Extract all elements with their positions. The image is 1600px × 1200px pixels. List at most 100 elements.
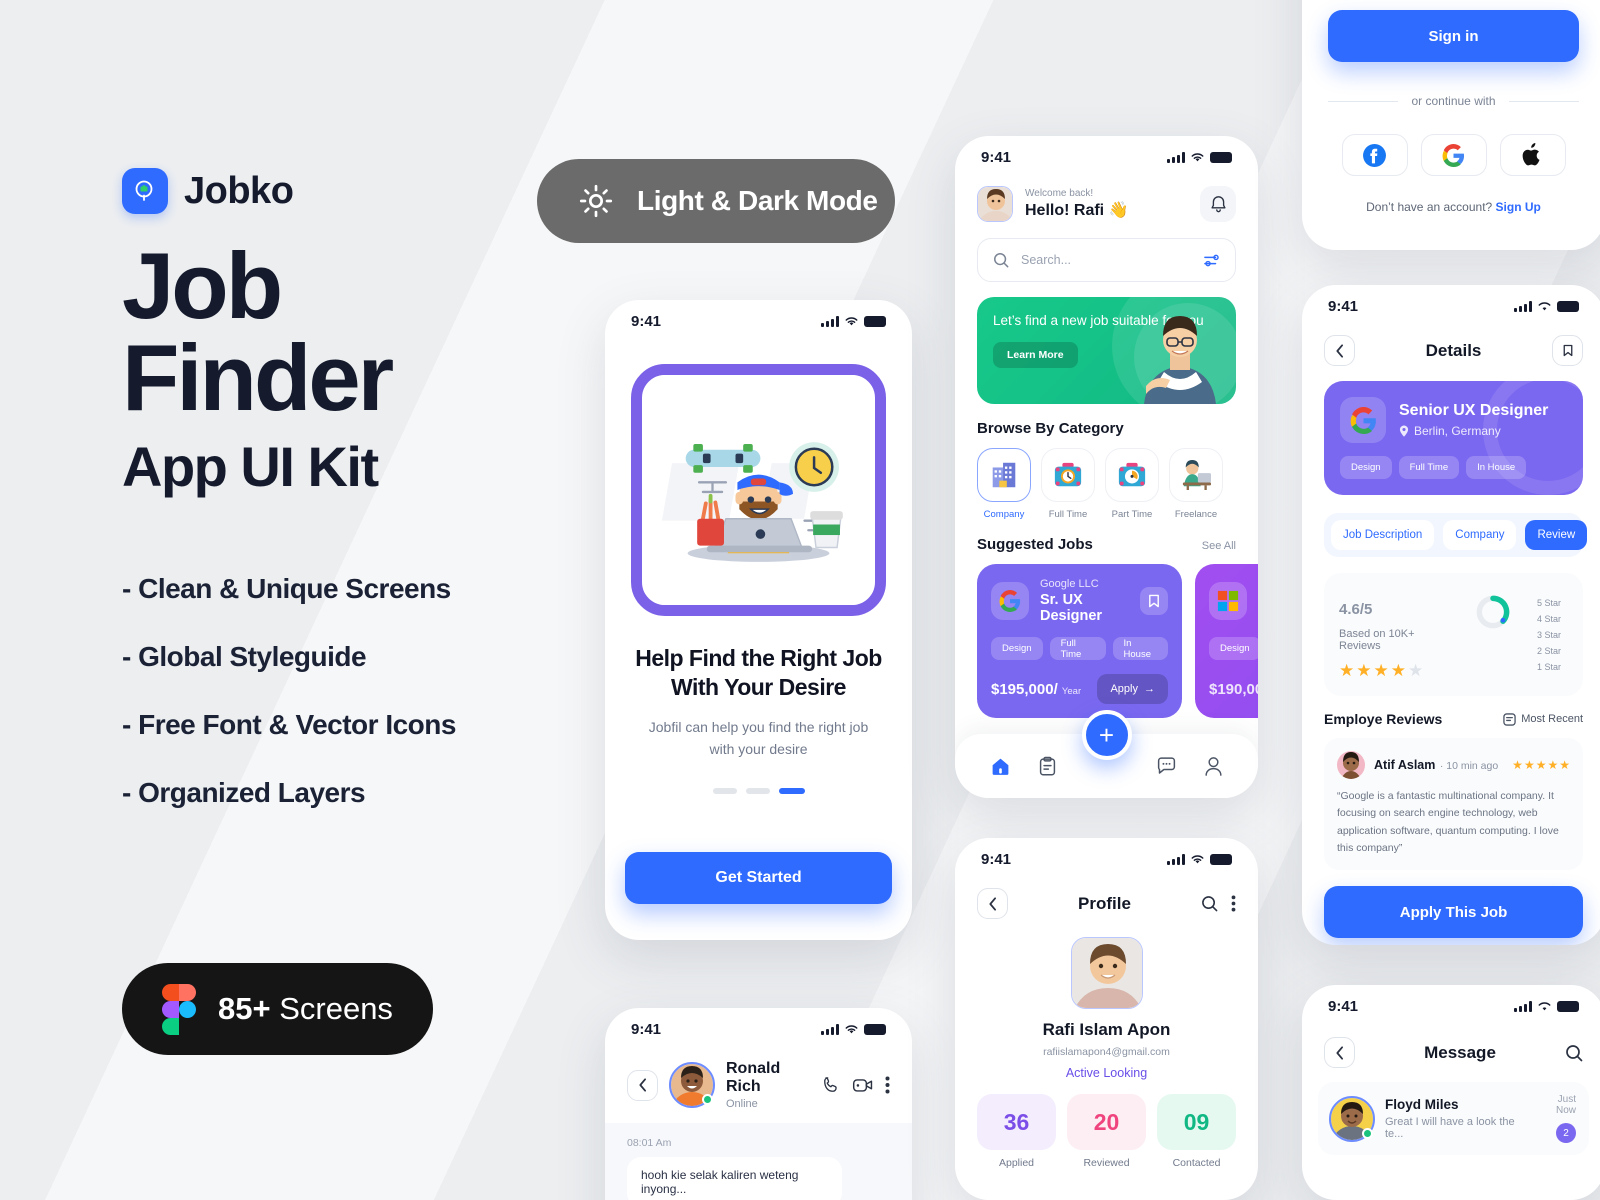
job-location-text: Berlin, Germany [1414, 424, 1501, 438]
profile-header: Profile [955, 880, 1258, 919]
search-input[interactable]: Search... [977, 238, 1236, 282]
rating-value: 4.6 [1339, 601, 1360, 618]
video-call-icon[interactable] [852, 1075, 874, 1095]
tab-review[interactable]: Review [1525, 520, 1588, 550]
onboarding-description: Jobfil can help you find the right job w… [648, 718, 869, 757]
battery-icon [1210, 853, 1232, 865]
rating-bar-label: 2 Star [1536, 645, 1561, 656]
phone-call-icon[interactable] [821, 1075, 841, 1095]
apply-button[interactable]: Apply → [1097, 674, 1168, 704]
reviews-sort[interactable]: Most Recent [1503, 712, 1583, 726]
divider-line [1328, 100, 1399, 102]
message-time: Just Now [1555, 1094, 1576, 1116]
home-icon[interactable] [990, 756, 1011, 777]
wifi-icon [845, 316, 858, 325]
rating-max: /5 [1359, 601, 1373, 618]
back-button[interactable] [977, 888, 1008, 919]
apply-this-job-button[interactable]: Apply This Job [1324, 886, 1583, 939]
status-bar: 9:41 [605, 300, 912, 342]
star-icon: ★ [1523, 758, 1535, 772]
greeting-text: Hello! Rafi 👋 [1025, 202, 1129, 219]
feature-item: - Free Font & Vector Icons [122, 709, 456, 741]
status-bar: 9:41 [955, 136, 1258, 178]
feature-item: - Global Styleguide [122, 641, 367, 673]
tab-company[interactable]: Company [1443, 520, 1517, 550]
category-title-text: Browse By Category [977, 420, 1124, 437]
search-icon[interactable] [1565, 1044, 1583, 1062]
status-bar: 9:41 [955, 838, 1258, 880]
learn-more-button[interactable]: Learn More [993, 341, 1078, 368]
promo-banner[interactable]: Let’s find a new job suitable for you Le… [977, 297, 1236, 404]
dot[interactable] [745, 788, 770, 795]
job-card[interactable]: Microsoft Lead Designer Design Full Time… [1195, 564, 1258, 718]
profile-icon[interactable] [1204, 756, 1223, 777]
see-all-link[interactable]: See All [1202, 540, 1236, 552]
signup-link[interactable]: Sign Up [1496, 200, 1541, 214]
category-freelance[interactable]: Freelance [1169, 448, 1223, 520]
category-icon-box [1105, 448, 1159, 502]
online-indicator [702, 1094, 713, 1105]
more-options-icon[interactable] [1231, 895, 1236, 912]
category-company[interactable]: Company [977, 448, 1031, 520]
status-icons [1514, 300, 1579, 312]
google-login-button[interactable] [1420, 134, 1487, 176]
user-avatar[interactable] [977, 186, 1013, 222]
tab-job-description[interactable]: Job Description [1331, 520, 1435, 550]
more-options-icon[interactable] [885, 1076, 890, 1094]
review-time: · 10 min ago [1439, 760, 1499, 772]
category-label: Part Time [1111, 509, 1153, 520]
pagination-dots[interactable] [605, 788, 912, 795]
job-salary-unit: Year [1061, 685, 1082, 697]
building-icon [992, 462, 1016, 488]
back-button[interactable] [1324, 335, 1355, 366]
job-card[interactable]: Google LLC Sr. UX Designer Design Full T… [977, 564, 1182, 718]
filter-icon[interactable] [1204, 253, 1220, 268]
category-full-time[interactable]: Full Time [1041, 448, 1095, 520]
rating-bar-row: 4 Star [1531, 614, 1568, 624]
feature-list: - Clean & Unique Screens - Global Styleg… [122, 573, 592, 809]
avatar [669, 1062, 715, 1108]
phone-details: 9:41 Details Senior UX Designer Berlin, … [1302, 285, 1600, 945]
page-title: Message [1424, 1042, 1496, 1062]
promo-person-image [1144, 316, 1216, 404]
message-list-item[interactable]: Floyd Miles Great I will have a look the… [1318, 1082, 1589, 1155]
title-line-2: Finder [122, 325, 394, 431]
battery-icon [864, 315, 886, 327]
review-card: Atif Aslam · 10 min ago ★ ★ ★ ★ ★ “Googl… [1324, 738, 1583, 871]
brand-name: Jobko [184, 169, 294, 212]
search-icon[interactable] [1201, 895, 1218, 912]
page-title: Details [1425, 340, 1482, 360]
phone-message: 9:41 Message Floyd Miles Great I will ha… [1302, 985, 1600, 1200]
back-button[interactable] [627, 1069, 658, 1101]
job-summary-card: Senior UX Designer Berlin, Germany Desig… [1324, 381, 1583, 495]
profile-name: Rafi Islam Apon [1042, 1020, 1171, 1039]
notification-button[interactable] [1200, 186, 1236, 222]
phone-profile: 9:41 Profile Rafi Islam Apon rafiislamap… [955, 838, 1258, 1200]
rating-summary: 4.6/5 Based on 10K+ Reviews ★ ★ ★ ★ ★ 5 … [1324, 573, 1583, 696]
apple-login-button[interactable] [1499, 134, 1566, 176]
category-part-time[interactable]: Part Time [1105, 448, 1159, 520]
profile-stats: 36 20 09 [955, 1080, 1258, 1150]
chat-body: 08:01 Am hooh kie selak kaliren weteng i… [605, 1123, 912, 1200]
dot-active[interactable] [778, 788, 805, 795]
bookmark-button[interactable] [1552, 335, 1583, 366]
messages-icon[interactable] [1156, 756, 1177, 776]
add-button[interactable]: + [1081, 710, 1132, 760]
dot[interactable] [712, 788, 737, 795]
rating-distribution: 5 Star 4 Star 3 Star 2 Star 1 Star [1531, 588, 1568, 681]
job-tag: Design [991, 637, 1043, 660]
back-button[interactable] [1324, 1037, 1355, 1068]
facebook-login-button[interactable] [1341, 134, 1408, 176]
rating-bar-row: 2 Star [1531, 646, 1568, 656]
bookmark-icon [1563, 344, 1572, 357]
rating-subtitle: Based on 10K+ Reviews [1339, 628, 1415, 652]
job-tag: Design [1340, 456, 1392, 479]
get-started-button[interactable]: Get Started [625, 852, 892, 904]
bookmark-icon[interactable] [1140, 587, 1168, 615]
signin-button[interactable]: Sign in [1328, 10, 1579, 62]
status-time: 9:41 [981, 850, 1012, 868]
wifi-icon [845, 1024, 858, 1033]
applications-icon[interactable] [1038, 756, 1057, 777]
promo-panel: Jobko Job Finder App UI Kit - Clean & Un… [122, 168, 592, 845]
signup-prompt-text: Don’t have an account? [1366, 200, 1493, 214]
